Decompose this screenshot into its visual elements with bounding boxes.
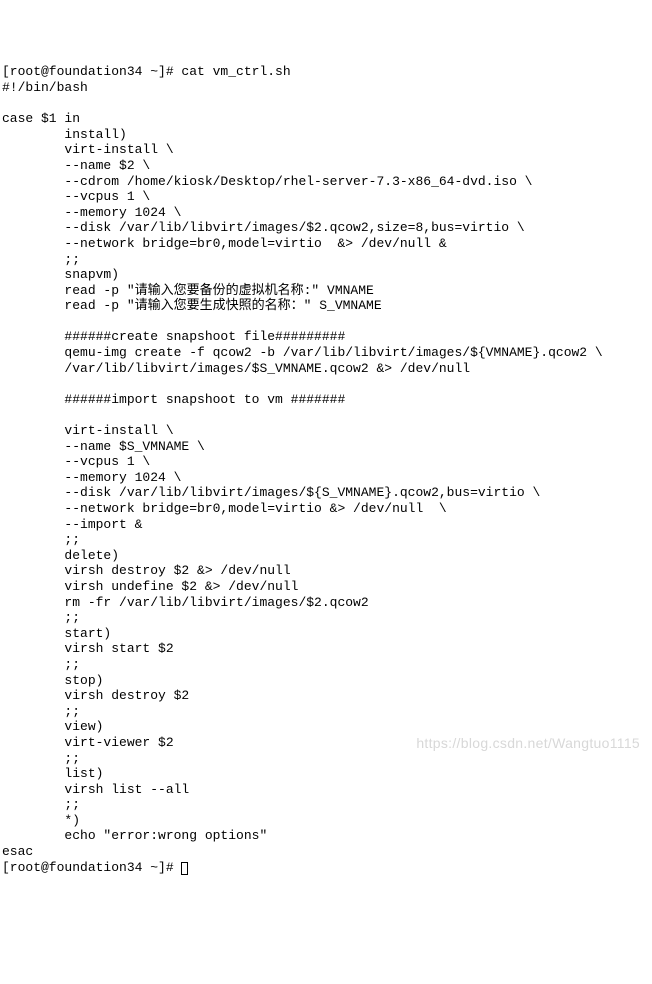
cursor bbox=[181, 862, 188, 875]
watermark: https://blog.csdn.net/Wangtuo1115 bbox=[416, 735, 640, 752]
prompt-line: [root@foundation34 ~]# cat vm_ctrl.sh bbox=[2, 64, 291, 79]
bottom-prompt: [root@foundation34 ~]# bbox=[2, 860, 181, 875]
terminal-output: [root@foundation34 ~]# cat vm_ctrl.sh #!… bbox=[2, 64, 650, 875]
